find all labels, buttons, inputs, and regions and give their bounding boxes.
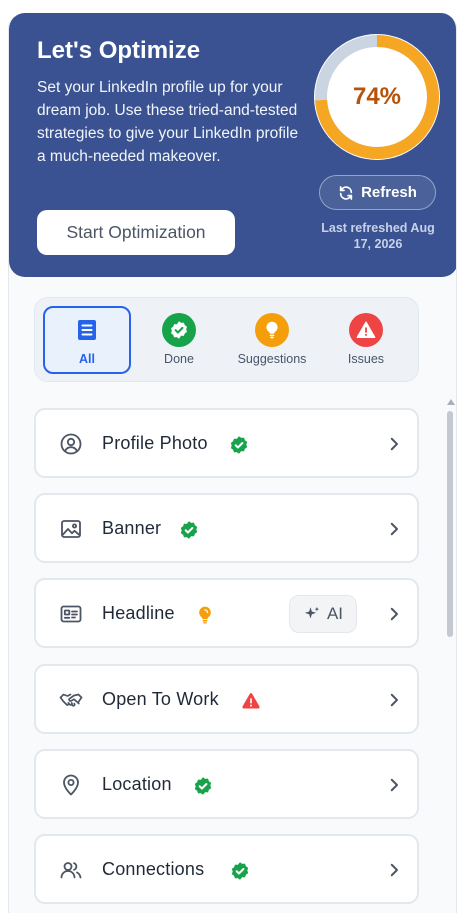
issue-status-icon [242, 693, 260, 709]
scrollbar-thumb[interactable] [447, 411, 453, 637]
tab-done-label: Done [164, 352, 194, 366]
warning-icon [356, 321, 376, 339]
done-status-icon [231, 862, 249, 880]
id-card-icon [60, 605, 82, 623]
ai-label: AI [326, 604, 344, 623]
refresh-label: Refresh [361, 184, 417, 201]
item-label: Location [102, 773, 172, 794]
tab-all[interactable]: All [43, 306, 131, 374]
done-status-icon [180, 521, 198, 539]
item-open-to-work[interactable]: Open To Work [34, 664, 419, 734]
sparkles-icon [304, 606, 320, 619]
start-optimization-button[interactable]: Start Optimization [37, 210, 235, 255]
item-banner[interactable]: Banner [34, 493, 419, 563]
users-icon [60, 862, 82, 879]
item-label: Profile Photo [102, 432, 208, 453]
chevron-right-icon [390, 778, 398, 792]
score-gauge: 74% [314, 34, 440, 160]
handshake-icon [59, 693, 83, 707]
filter-tabs: All Done Suggestions Issues [34, 297, 419, 382]
chevron-right-icon [390, 437, 398, 451]
item-connections[interactable]: Connections [34, 834, 419, 904]
image-icon [61, 520, 81, 538]
list-icon [78, 320, 96, 340]
scroll-up-arrow[interactable] [447, 399, 455, 405]
item-label: Headline [102, 602, 175, 623]
item-label: Banner [102, 517, 162, 538]
chevron-right-icon [390, 522, 398, 536]
score-percentage: 74% [352, 83, 402, 110]
user-circle-icon [60, 433, 82, 455]
hero-title: Let's Optimize [37, 37, 201, 64]
last-refreshed-text: Last refreshed Aug 17, 2026 [321, 221, 435, 251]
item-location[interactable]: Location [34, 749, 419, 819]
tab-issues[interactable]: Issues [322, 306, 410, 374]
chevron-right-icon [390, 863, 398, 877]
tab-suggestions-label: Suggestions [237, 352, 307, 366]
refresh-icon [339, 185, 353, 200]
done-status-icon [230, 436, 248, 454]
chevron-right-icon [390, 693, 398, 707]
item-label: Connections [102, 858, 205, 879]
done-status-icon [194, 777, 212, 795]
tab-issues-label: Issues [347, 352, 385, 366]
refresh-button[interactable]: Refresh [319, 175, 436, 210]
map-pin-icon [63, 774, 79, 796]
lightbulb-icon [266, 321, 278, 339]
tab-all-label: All [79, 352, 95, 366]
item-label: Open To Work [102, 688, 219, 709]
ai-assist-button[interactable]: AI [289, 595, 357, 633]
tab-suggestions[interactable]: Suggestions [228, 306, 316, 374]
optimize-hero: Let's Optimize Set your LinkedIn profile… [9, 13, 456, 277]
item-headline[interactable]: Headline AI [34, 578, 419, 648]
check-badge-icon [171, 321, 187, 339]
hero-description: Set your LinkedIn profile up for your dr… [37, 79, 299, 165]
optimize-panel: Let's Optimize Set your LinkedIn profile… [8, 13, 457, 913]
chevron-right-icon [390, 607, 398, 621]
tab-done[interactable]: Done [135, 306, 223, 374]
item-profile-photo[interactable]: Profile Photo [34, 408, 419, 478]
suggestion-status-icon [199, 606, 211, 624]
